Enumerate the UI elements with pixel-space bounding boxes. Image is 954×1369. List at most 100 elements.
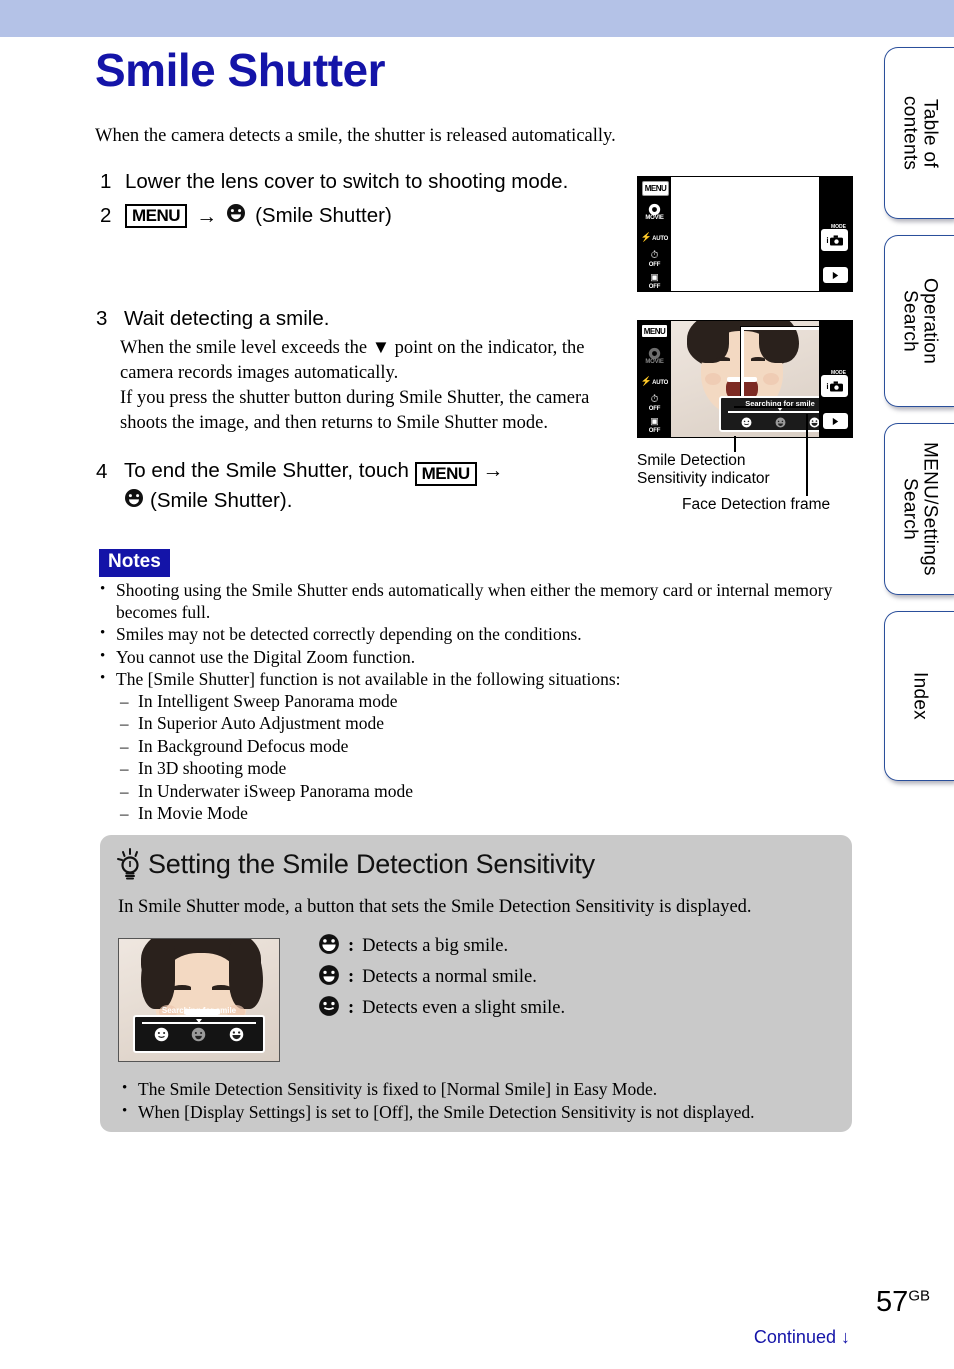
document-page: Table of contents Operation Search MENU/… [0,0,954,1369]
sensitivity-label: Detects a normal smile. [362,967,537,987]
step-3-body-line1: When the smile level exceeds the ▼ point… [120,338,585,383]
normal-smile-icon[interactable] [191,1027,206,1047]
big-smile-icon[interactable] [809,415,820,433]
smile-level-buttons[interactable] [135,1027,263,1047]
lcd-selftimer-icon[interactable]: ⏱ OFF [638,389,671,412]
big-smile-icon[interactable] [229,1027,244,1047]
sidebar-item-operation-search[interactable]: Operation Search [884,235,954,407]
sensitivity-label: Detects a big smile. [362,936,509,956]
photo-cheek-left [705,373,721,385]
step-1-text: Lower the lens cover to switch to shooti… [125,170,569,193]
smile-bar-caption: Searching for smile [161,1006,237,1015]
page-number: 57GB [876,1286,930,1318]
lcd-flash-icon[interactable]: ⚡AUTO [638,227,671,245]
note-sub-item: In Intelligent Sweep Panorama mode [116,691,856,713]
sidebar-item-label: MENU/Settings Search [899,442,941,576]
lightbulb-icon [116,848,146,882]
callout-face-detection-frame: Face Detection frame [682,496,831,513]
lcd-movie-icon[interactable]: MOVIE [638,203,671,221]
step-4-label-2: (Smile Shutter). [150,489,293,512]
slight-smile-icon[interactable] [154,1027,169,1047]
sensitivity-row-normal: : Detects a normal smile. [318,962,565,993]
face-detection-frame [740,326,819,401]
notes-list: Shooting using the Smile Shutter ends au… [96,579,856,826]
menu-button-icon: MENU [125,204,188,228]
photo-eye-right [212,985,230,990]
tip-photo: Searching for smile [118,938,280,1062]
notes-label: Notes [99,549,170,577]
lcd-burst-icon[interactable]: ▣ OFF [638,411,671,434]
smile-threshold-marker-icon [196,1019,202,1023]
leader-line-face-frame-h [734,406,808,408]
camera-screen-shooting-mode: MENU MOVIE ⚡AUTO ⏱ OFF ▣ OFF MODE i [637,176,853,292]
note-item: You cannot use the Digital Zoom function… [96,646,856,669]
callout-sensitivity-indicator: Smile Detection Sensitivity indicator [637,452,770,487]
slight-smile-icon [318,995,340,1023]
step-3-text: Wait detecting a smile. [124,307,330,330]
arrow-right-icon: → [482,459,504,482]
smile-detection-sensitivity-indicator[interactable]: Searching for smile [719,396,819,432]
sensitivity-colon: : [348,998,355,1018]
sidebar-item-label: Table of contents [899,95,941,171]
step-2-label: (Smile Shutter) [255,204,392,227]
lcd-selftimer-icon[interactable]: ⏱ OFF [638,245,671,268]
lcd-menu-button[interactable]: MENU [642,181,669,196]
sidebar-item-label: Operation Search [899,277,941,365]
note-item: The [Smile Shutter] function is not avai… [96,668,856,825]
sidebar-item-table-of-contents[interactable]: Table of contents [884,47,954,219]
lcd-movie-icon[interactable]: MOVIE [638,347,671,365]
smile-detection-sensitivity-indicator[interactable]: Searching for smile [133,1006,265,1053]
step-4-number: 4 [96,460,108,483]
tip-notes: The Smile Detection Sensitivity is fixed… [118,1077,833,1124]
note-sub-item: In Underwater iSweep Panorama mode [116,781,856,803]
step-1-number: 1 [100,170,112,193]
note-sub-item: In Superior Auto Adjustment mode [116,713,856,735]
lcd-flash-icon[interactable]: ⚡AUTO [638,371,671,389]
sensitivity-row-slight: : Detects even a slight smile. [318,993,565,1024]
smile-shutter-icon [124,488,144,514]
sensitivity-legend: : Detects a big smile. : Detects a norma… [318,931,565,1024]
step-3-body-line2: If you press the shutter button during S… [120,388,590,433]
normal-smile-icon [318,964,340,992]
lcd-live-preview: Searching for smile [671,321,819,437]
step-4-row-2: (Smile Shutter). [124,488,292,514]
smile-shutter-icon [226,203,246,229]
step-4-row: To end the Smile Shutter, touch MENU → [124,459,584,486]
step-3-number: 3 [96,307,108,330]
tip-note-item: The Smile Detection Sensitivity is fixed… [118,1077,833,1101]
smile-bar-track [728,411,819,413]
lcd-playback-button[interactable] [823,267,848,283]
note-sub-item: In 3D shooting mode [116,758,856,780]
sidebar-item-menu-settings-search[interactable]: MENU/Settings Search [884,423,954,595]
page-header-band [0,0,954,37]
note-sublist: In Intelligent Sweep Panorama mode In Su… [116,691,856,825]
slight-smile-icon[interactable] [741,415,752,433]
tip-panel: Setting the Smile Detection Sensitivity … [100,835,852,1132]
sensitivity-colon: : [348,967,355,987]
lcd-burst-icon[interactable]: ▣ OFF [638,267,671,290]
step-4-label: To end the Smile Shutter, touch [124,459,409,482]
lcd-shooting-mode-button[interactable]: i [821,375,848,397]
step-2-number: 2 [100,204,112,227]
lcd-shooting-mode-button[interactable]: i [821,229,848,251]
page-lead-text: When the camera detects a smile, the shu… [95,126,616,146]
smile-level-buttons[interactable] [721,415,819,433]
photo-eye-left [716,357,730,361]
sidebar-item-index[interactable]: Index [884,611,954,781]
note-item: Smiles may not be detected correctly dep… [96,623,856,646]
sensitivity-colon: : [348,936,355,956]
leader-line-face-frame [806,414,808,496]
lcd-playback-button[interactable] [823,413,848,429]
lcd-viewfinder-area [671,177,819,291]
side-tab-nav: Table of contents Operation Search MENU/… [878,47,954,781]
page-title: Smile Shutter [95,44,386,96]
continued-link[interactable]: Continued ↓ [754,1327,850,1348]
lcd-menu-button[interactable]: MENU [642,325,667,337]
tip-title: Setting the Smile Detection Sensitivity [148,849,595,879]
tip-note-item: When [Display Settings] is set to [Off],… [118,1100,833,1124]
sensitivity-label: Detects even a slight smile. [362,998,566,1018]
note-sub-item: In Background Defocus mode [116,736,856,758]
normal-smile-icon[interactable] [775,415,786,433]
smile-threshold-marker-icon [777,407,783,411]
step-2-row: MENU → (Smile Shutter) [125,203,392,229]
